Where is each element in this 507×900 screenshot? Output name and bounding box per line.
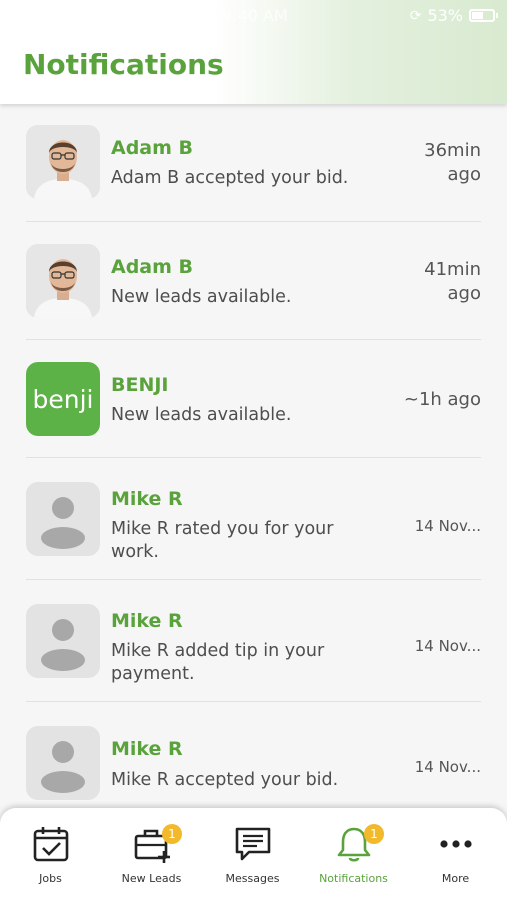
rotation-lock-icon: ⟳ xyxy=(409,7,422,24)
notification-time-line1: 36min xyxy=(424,140,481,161)
notification-sender: Adam B xyxy=(111,256,194,278)
notification-time-line2: ago xyxy=(447,283,481,304)
notification-time: ~1h ago xyxy=(404,388,481,412)
notification-item[interactable]: benji BENJI New leads available. ~1h ago xyxy=(0,340,507,458)
notification-time-line1: 41min xyxy=(424,259,481,280)
avatar-placeholder xyxy=(26,604,100,678)
tab-label: Messages xyxy=(225,872,280,885)
avatar-placeholder xyxy=(26,726,100,800)
notification-time: 41min ago xyxy=(424,258,481,306)
notification-item[interactable]: Mike R Mike R accepted your bid. 14 Nov.… xyxy=(0,702,507,812)
status-time: 9:40 AM xyxy=(222,6,288,25)
notification-time-line1: 14 Nov... xyxy=(414,758,481,776)
notification-message: New leads available. xyxy=(111,405,292,425)
bottom-tab-bar: Jobs 1 New Leads Messages 1 Notification… xyxy=(0,808,507,900)
status-bar: 9:40 AM ⟳ 53% xyxy=(0,4,507,26)
page-title: Notifications xyxy=(23,48,224,81)
notification-time-line1: 14 Nov... xyxy=(414,517,481,535)
tab-new-leads[interactable]: 1 New Leads xyxy=(101,808,202,900)
notification-message: Adam B accepted your bid. xyxy=(111,168,349,188)
status-right: ⟳ 53% xyxy=(409,6,498,25)
tab-label: New Leads xyxy=(121,872,182,885)
app-header: 9:40 AM ⟳ 53% Notifications xyxy=(0,0,507,104)
notification-time: 14 Nov... xyxy=(415,514,481,538)
more-icon xyxy=(439,840,472,848)
tab-notifications[interactable]: 1 Notifications xyxy=(303,808,404,900)
tab-messages[interactable]: Messages xyxy=(202,808,303,900)
battery-percent: 53% xyxy=(427,6,463,25)
notification-item[interactable]: Adam B Adam B accepted your bid. 36min a… xyxy=(0,104,507,222)
tab-label: Notifications xyxy=(319,872,388,885)
tab-label: More xyxy=(441,872,470,885)
notification-item[interactable]: Mike R Mike R added tip in your payment.… xyxy=(0,580,507,702)
notification-sender: BENJI xyxy=(111,374,169,396)
notification-message: Mike R added tip in your payment. xyxy=(111,641,325,684)
notification-sender: Mike R xyxy=(111,488,183,510)
notification-time-line2: ago xyxy=(447,164,481,185)
notification-item[interactable]: Adam B New leads available. 41min ago xyxy=(0,222,507,340)
notification-time-line1: 14 Nov... xyxy=(414,637,481,655)
notification-message: New leads available. xyxy=(111,287,292,307)
notification-item[interactable]: Mike R Mike R rated you for your work. 1… xyxy=(0,458,507,580)
tab-more[interactable]: More xyxy=(404,808,507,900)
notification-time: 14 Nov... xyxy=(415,634,481,658)
notification-time: 36min ago xyxy=(424,139,481,187)
notifications-badge: 1 xyxy=(364,824,384,844)
notification-time: 14 Nov... xyxy=(415,755,481,779)
benji-logo-avatar: benji xyxy=(26,362,100,436)
battery-icon xyxy=(469,9,498,22)
tab-label: Jobs xyxy=(39,872,62,885)
tab-jobs[interactable]: Jobs xyxy=(0,808,101,900)
notification-sender: Mike R xyxy=(111,738,183,760)
calendar-check-icon xyxy=(33,827,68,862)
notification-message: Mike R accepted your bid. xyxy=(111,770,339,790)
notification-sender: Adam B xyxy=(111,137,194,159)
avatar xyxy=(26,125,100,199)
new-leads-badge: 1 xyxy=(162,824,182,844)
message-icon xyxy=(235,827,270,861)
notification-time-line1: ~1h ago xyxy=(403,389,481,410)
avatar xyxy=(26,244,100,318)
avatar-placeholder xyxy=(26,482,100,556)
notification-sender: Mike R xyxy=(111,610,183,632)
notification-message: Mike R rated you for your work. xyxy=(111,519,334,562)
